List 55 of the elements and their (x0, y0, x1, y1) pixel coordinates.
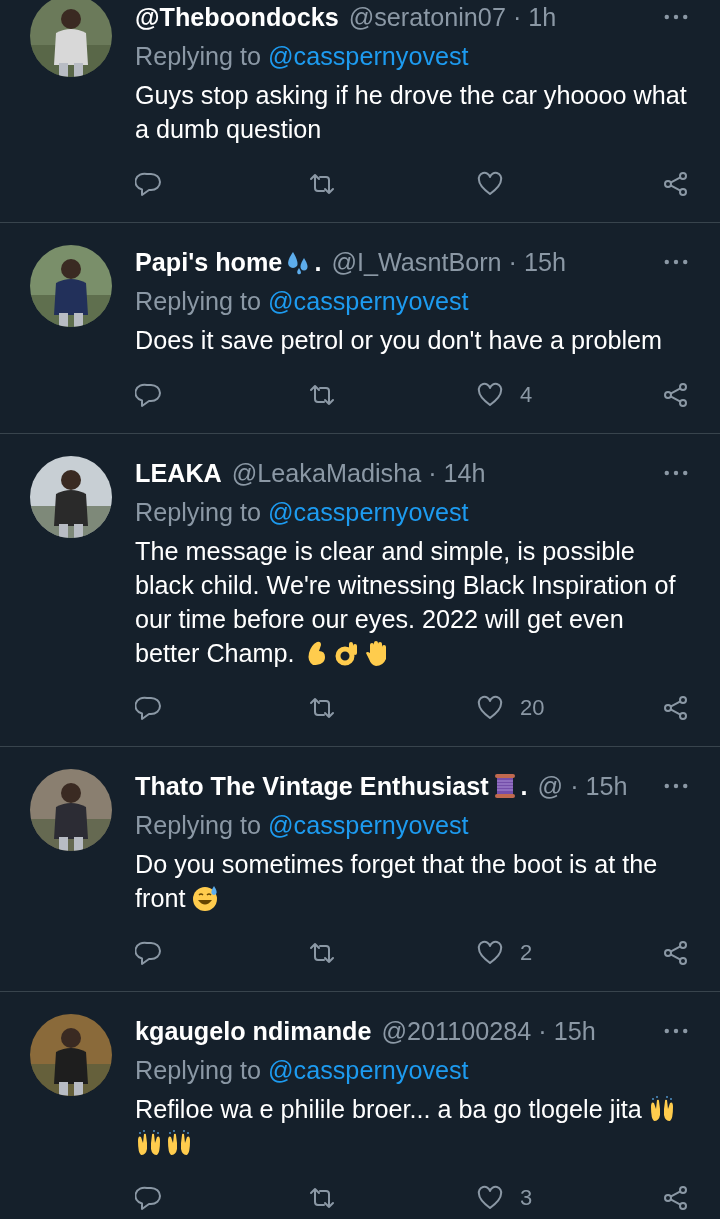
raising-hands-emoji-icon (165, 1129, 193, 1157)
display-name[interactable]: . (314, 247, 322, 277)
reply-icon[interactable] (135, 939, 163, 967)
like-count: 3 (520, 1185, 533, 1211)
display-name[interactable]: kgaugelo ndimande (135, 1016, 372, 1046)
mention-link[interactable]: @casspernyovest (268, 811, 469, 839)
like-icon[interactable] (476, 939, 504, 967)
like-count: 2 (520, 940, 533, 966)
mention-link[interactable]: @casspernyovest (268, 287, 469, 315)
share-icon[interactable] (662, 381, 690, 409)
reply-icon[interactable] (135, 170, 163, 198)
replying-to-label: Replying to (135, 287, 261, 315)
more-icon[interactable] (664, 469, 688, 477)
replying-to-label: Replying to (135, 1056, 261, 1084)
like-count: 4 (520, 382, 533, 408)
handle-and-time: @I_WasntBorn · 15h (331, 247, 566, 277)
tweet-text: front (135, 884, 186, 912)
display-name[interactable]: @Theboondocks (135, 2, 339, 32)
handle-and-time: @201100284 · 15h (381, 1016, 596, 1046)
like-count: 20 (520, 695, 545, 721)
display-name[interactable]: Thato The Vintage Enthusiast (135, 771, 489, 801)
like-icon[interactable] (476, 1184, 504, 1212)
handle-and-time: @LeakaMadisha · 14h (231, 458, 486, 488)
share-icon[interactable] (662, 1184, 690, 1212)
tweet-text: Do you sometimes forget that the boot is at the (135, 850, 658, 878)
like-icon[interactable] (476, 694, 504, 722)
share-icon[interactable] (662, 694, 690, 722)
display-name[interactable]: LEAKA (135, 458, 222, 488)
raising-hands-emoji-icon (135, 1129, 163, 1157)
replying-to-label: Replying to (135, 811, 261, 839)
reply-icon[interactable] (135, 694, 163, 722)
like-icon[interactable] (476, 381, 504, 409)
more-icon[interactable] (664, 13, 688, 21)
share-icon[interactable] (662, 939, 690, 967)
mention-link[interactable]: @casspernyovest (268, 498, 469, 526)
share-icon[interactable] (662, 170, 690, 198)
tweet-text: Guys stop asking if he drove the car yhoooo what a dumb question (135, 81, 687, 143)
handle-and-time: @ · 15h (537, 771, 628, 801)
tweet-text: Does it save petrol or you don't have a problem (135, 326, 663, 354)
mention-link[interactable]: @casspernyovest (268, 1056, 469, 1084)
handle-and-time: @seratonin07 · 1h (348, 2, 557, 32)
mention-link[interactable]: @casspernyovest (268, 42, 469, 70)
tweet-text: Refiloe wa e philile broer... a ba go tlogele jita (135, 1095, 642, 1123)
display-name[interactable]: Papi's home (135, 247, 283, 277)
more-icon[interactable] (664, 1027, 688, 1035)
tweet-text: better Champ. (135, 639, 295, 667)
more-icon[interactable] (664, 258, 688, 266)
more-icon[interactable] (664, 782, 688, 790)
replying-to-label: Replying to (135, 42, 261, 70)
sweat-smile-emoji-icon (191, 884, 220, 912)
replying-to-label: Replying to (135, 498, 261, 526)
reply-icon[interactable] (135, 1184, 163, 1212)
like-icon[interactable] (476, 170, 504, 198)
reply-icon[interactable] (135, 381, 163, 409)
display-name[interactable]: . (520, 771, 528, 801)
